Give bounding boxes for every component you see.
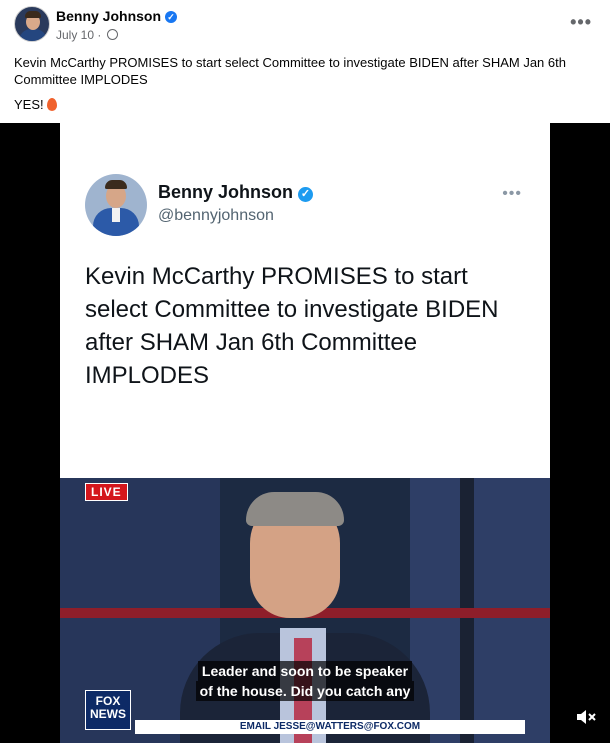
fire-emoji-icon [46,98,57,111]
caption-line-2: of the house. Did you catch any [195,681,415,701]
video-frame[interactable]: LIVE Leader and soon to be speaker of th… [60,478,550,743]
video-caption: Leader and soon to be speaker of the hou… [60,661,550,701]
live-badge: LIVE [85,483,128,501]
tweet-handle: @bennyjohnson [158,207,274,224]
caption-line-1: Leader and soon to be speaker [197,661,413,681]
more-options-icon[interactable]: ••• [570,12,592,33]
logo-text-bottom: NEWS [90,707,126,721]
verified-badge-icon: ✓ [165,11,178,23]
tweet-avatar [85,174,147,236]
speaker-muted-icon[interactable] [575,708,597,726]
tweet-author-name: Benny Johnson [158,182,294,202]
globe-icon[interactable] [106,29,118,40]
author-name[interactable]: Benny Johnson [56,8,161,24]
post-meta: July 10 · [56,28,118,42]
post-yes-text: YES! [14,97,44,112]
tweet-name-row: Benny Johnson ✓ [158,182,314,203]
news-ticker: EMAIL JESSE@WATTERS@FOX.COM [135,720,525,734]
post-header: Benny Johnson ✓ July 10 · ••• [0,0,610,48]
post-reaction-line: YES! [14,97,57,112]
fox-news-logo: FOX NEWS [85,690,131,730]
tweet-screenshot: Benny Johnson ✓ @bennyjohnson ••• Kevin M… [60,123,550,478]
author-avatar[interactable] [14,6,50,42]
person-hair [246,492,344,526]
post-media[interactable]: Benny Johnson ✓ @bennyjohnson ••• Kevin M… [0,123,610,743]
post-text: Kevin McCarthy PROMISES to start select … [14,55,566,87]
date-separator: · [94,28,105,42]
tweet-text: Kevin McCarthy PROMISES to start select … [85,263,499,389]
author-name-row: Benny Johnson ✓ [56,8,178,24]
post-date[interactable]: July 10 [56,28,94,42]
tweet-verified-icon: ✓ [298,187,314,202]
tweet-more-icon: ••• [502,185,522,202]
